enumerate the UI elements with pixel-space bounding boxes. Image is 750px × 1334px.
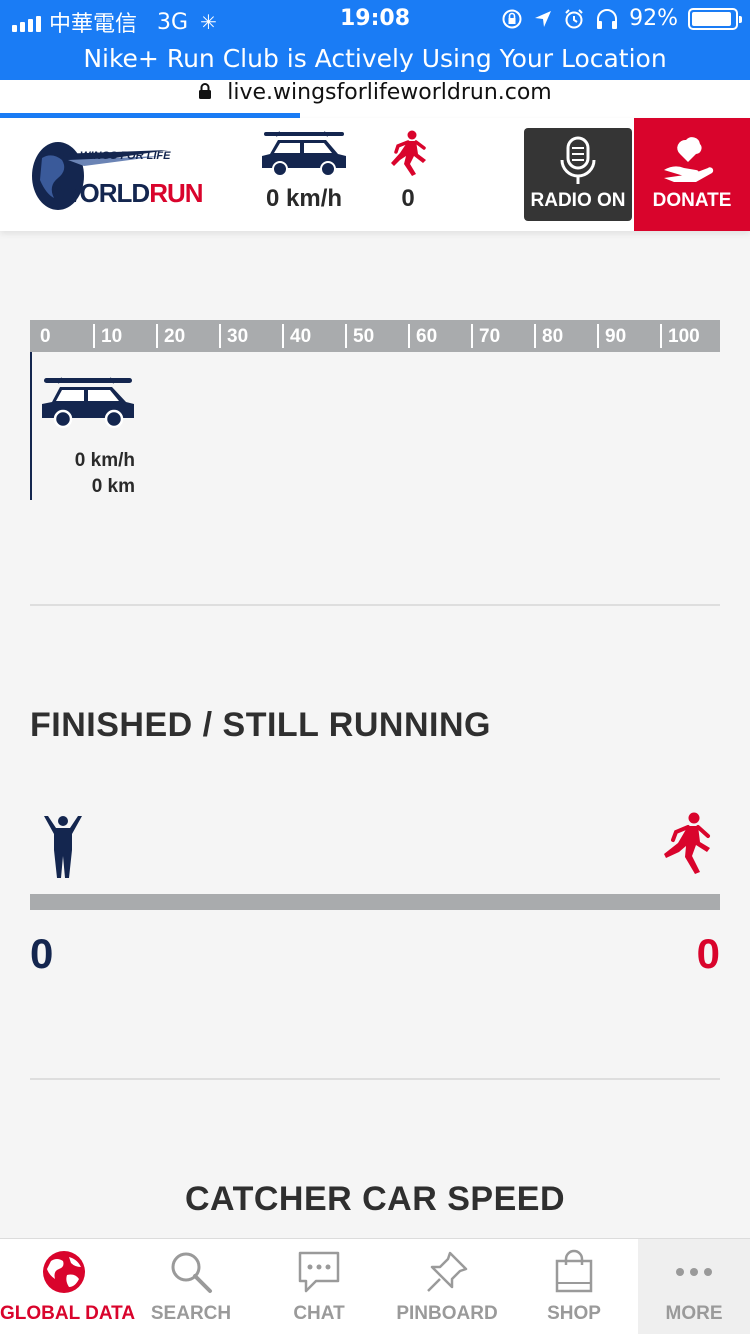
- section-divider: [30, 1078, 720, 1080]
- site-header: WINGS FOR LIFE WORLDRUN 0 km/h 0 RADIO O…: [0, 118, 750, 231]
- still-running-icon: [664, 812, 710, 874]
- tab-shop[interactable]: SHOP: [510, 1239, 638, 1334]
- header-car-speed: 0 km/h: [252, 130, 356, 213]
- tab-chat-label: CHAT: [293, 1303, 345, 1324]
- tab-more[interactable]: MORE: [638, 1239, 750, 1334]
- headphones-icon: [597, 8, 618, 29]
- still-running-count: 0: [696, 930, 720, 977]
- tab-pinboard-label: PINBOARD: [396, 1303, 498, 1324]
- donate-button[interactable]: DONATE: [634, 118, 750, 231]
- alarm-icon: [565, 8, 583, 28]
- catcher-car-speed: 0 km/h: [74, 450, 135, 471]
- scale-tick: 100: [660, 324, 700, 348]
- tab-search[interactable]: SEARCH: [128, 1239, 254, 1334]
- scale-tick: 80: [534, 324, 563, 348]
- logo-worldrun-text: WORLDRUN: [56, 178, 204, 208]
- header-runners: 0: [380, 130, 436, 213]
- scale-tick: 30: [219, 324, 248, 348]
- section-divider: [30, 604, 720, 606]
- finisher-icon: [44, 816, 82, 878]
- distance-scale: 0 10 20 30 40 50 60 70 80 90 100: [30, 320, 720, 352]
- lock-icon: [199, 83, 212, 99]
- pin-icon: [427, 1251, 468, 1292]
- status-right: 92%: [501, 6, 742, 31]
- shopping-bag-icon: [555, 1249, 593, 1293]
- status-bar: 中華電信 3G ✳ 19:08 92%: [0, 0, 750, 40]
- battery-percent: 92%: [629, 6, 678, 31]
- finished-running-bar: [30, 894, 720, 910]
- radio-on-label: RADIO ON: [530, 190, 626, 211]
- chat-icon: [298, 1251, 340, 1293]
- catcher-car-icon: [262, 131, 346, 177]
- catcher-car-position-line: [30, 352, 32, 500]
- catcher-car-distance: 0 km: [91, 476, 135, 497]
- tab-search-label: SEARCH: [150, 1303, 232, 1324]
- header-runners-value: 0: [401, 185, 415, 212]
- location-arrow-icon: [535, 10, 552, 27]
- scale-tick: 90: [597, 324, 626, 348]
- scale-tick: 20: [156, 324, 185, 348]
- finished-count: 0: [30, 930, 54, 977]
- radio-on-button[interactable]: RADIO ON: [524, 128, 632, 221]
- scale-tick: 70: [471, 324, 500, 348]
- header-car-speed-value: 0 km/h: [265, 185, 343, 212]
- tab-global-data[interactable]: GLOBAL DATA: [0, 1239, 136, 1334]
- tab-global-data-label: GLOBAL DATA: [0, 1303, 136, 1324]
- catcher-car-stats: 0 km/h 0 km: [40, 448, 135, 500]
- finished-section-title: FINISHED / STILL RUNNING: [30, 706, 491, 744]
- microphone-icon: [560, 136, 596, 184]
- donate-hand-icon: [664, 137, 714, 182]
- donate-label: DONATE: [652, 190, 732, 211]
- location-banner[interactable]: Nike+ Run Club is Actively Using Your Lo…: [0, 40, 750, 80]
- globe-icon: [43, 1251, 85, 1293]
- rotation-lock-icon: [502, 9, 522, 28]
- catcher-car-marker-icon: [42, 377, 134, 429]
- tab-chat[interactable]: CHAT: [254, 1239, 384, 1334]
- logo-wings-text: WINGS FOR LIFE: [80, 150, 171, 162]
- catcher-speed-section-title: CATCHER CAR SPEED: [184, 1180, 565, 1218]
- bottom-tab-bar: GLOBAL DATA SEARCH CHAT PINBOARD SHOP MO…: [0, 1238, 750, 1334]
- scale-tick: 0: [40, 326, 51, 347]
- scale-tick: 40: [282, 324, 311, 348]
- url-text: live.wingsforlifeworldrun.com: [227, 80, 552, 105]
- scale-tick: 60: [408, 324, 437, 348]
- tab-more-label: MORE: [665, 1303, 723, 1324]
- scale-tick: 10: [93, 324, 122, 348]
- wings-for-life-world-run-logo[interactable]: WINGS FOR LIFE WORLDRUN: [28, 136, 204, 216]
- more-icon: [676, 1268, 712, 1276]
- tab-shop-label: SHOP: [547, 1303, 601, 1324]
- battery-icon: [688, 7, 742, 30]
- scale-tick: 50: [345, 324, 374, 348]
- runner-icon: [391, 130, 426, 176]
- search-icon: [171, 1252, 212, 1293]
- tab-pinboard[interactable]: PINBOARD: [384, 1239, 510, 1334]
